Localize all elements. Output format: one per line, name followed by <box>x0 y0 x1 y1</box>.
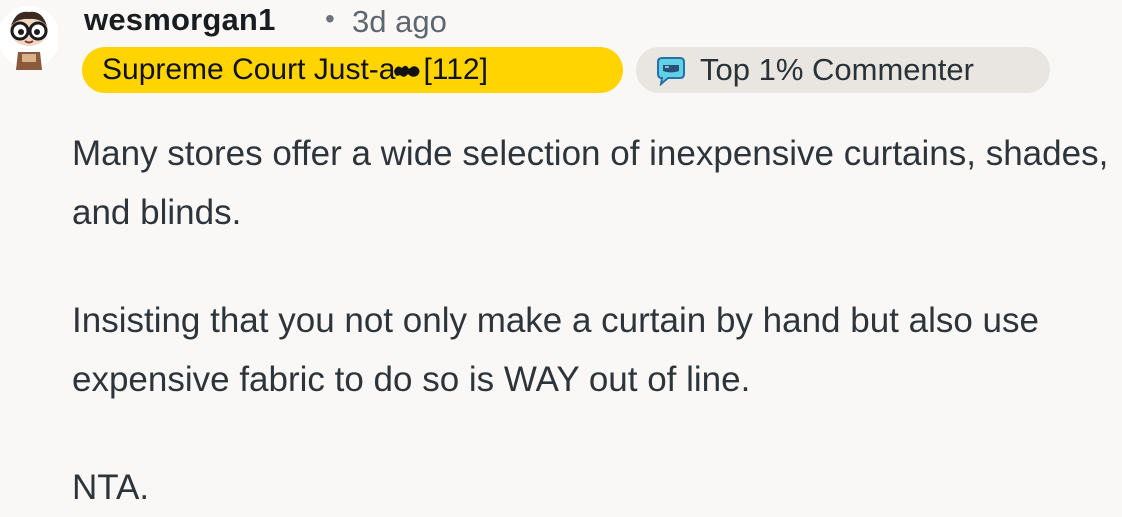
comment: wesmorgan1 • 3d ago Supreme Court Just-a… <box>0 0 1122 511</box>
badge-label: Top 1% Commenter <box>700 52 974 87</box>
top-commenter-icon <box>657 57 685 86</box>
meta-separator: • <box>325 3 335 34</box>
censor-scribble-icon <box>394 65 420 77</box>
comment-paragraph: Insisting that you not only make a curta… <box>72 301 1039 399</box>
comment-age[interactable]: 3d ago <box>352 4 447 40</box>
comment-paragraph: Many stores offer a wide selection of in… <box>72 134 1109 232</box>
top-commenter-badge[interactable]: Top 1% Commenter <box>636 47 1050 93</box>
comment-body: Many stores offer a wide selection of in… <box>72 124 1117 517</box>
flair-text: Supreme Court Just-a <box>102 53 396 86</box>
user-flair[interactable]: Supreme Court Just-a [112] <box>82 47 623 93</box>
flair-count: [112] <box>423 53 488 86</box>
avatar-icon[interactable] <box>0 0 58 74</box>
author-username[interactable]: wesmorgan1 <box>84 2 276 38</box>
comment-paragraph: NTA. <box>72 468 150 507</box>
